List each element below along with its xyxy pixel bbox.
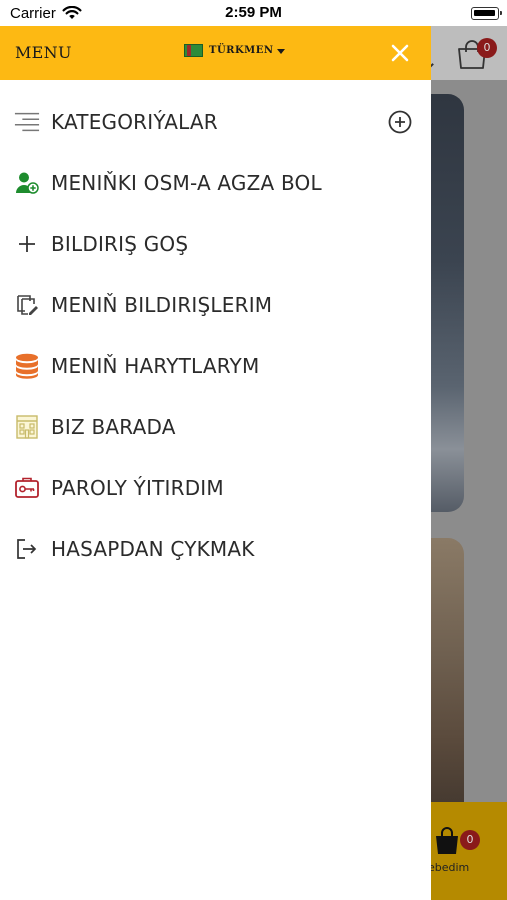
edit-document-icon [14, 292, 40, 318]
language-selector[interactable]: TÜRKMEN [184, 44, 285, 57]
drawer-title: MENU [15, 43, 72, 62]
close-button[interactable] [388, 41, 412, 65]
shopping-bag-icon[interactable] [432, 826, 462, 860]
add-user-icon [14, 170, 40, 196]
side-drawer: MENU TÜRKMEN KATEGORIÝALAR MENIŇKI OSM-A… [0, 26, 431, 900]
list-lines-icon [14, 109, 40, 135]
caret-down-icon [276, 49, 285, 54]
menu-item-my-ads[interactable]: MENIŇ BILDIRIŞLERIM [0, 274, 431, 335]
database-icon [14, 353, 40, 379]
menu-item-label: BILDIRIŞ GOŞ [51, 231, 189, 256]
close-icon [391, 44, 409, 62]
drawer-header: MENU TÜRKMEN [0, 26, 431, 80]
menu-item-label: MENIŇ BILDIRIŞLERIM [51, 292, 273, 317]
key-card-icon [14, 475, 40, 501]
menu-item-logout[interactable]: HASAPDAN ÇYKMAK [0, 518, 431, 579]
menu-item-label: MENIŇKI OSM-A AGZA BOL [51, 170, 322, 195]
logout-icon [14, 536, 40, 562]
bag-count-badge: 0 [460, 830, 480, 850]
menu-item-forgot-password[interactable]: PAROLY ÝITIRDIM [0, 457, 431, 518]
menu-item-label: BIZ BARADA [51, 414, 176, 439]
menu-item-label: HASAPDAN ÇYKMAK [51, 536, 255, 561]
menu-item-label: PAROLY ÝITIRDIM [51, 475, 224, 500]
status-time: 2:59 PM [225, 4, 282, 21]
menu-item-categories[interactable]: KATEGORIÝALAR [0, 91, 431, 152]
bottom-tab-label[interactable]: ebedim [428, 861, 469, 874]
battery-icon [471, 7, 502, 20]
building-icon [14, 414, 40, 440]
menu-item-register[interactable]: MENIŇKI OSM-A AGZA BOL [0, 152, 431, 213]
menu-item-add-ad[interactable]: BILDIRIŞ GOŞ [0, 213, 431, 274]
menu-item-my-goods[interactable]: MENIŇ HARYTLARYM [0, 335, 431, 396]
menu-item-label: KATEGORIÝALAR [51, 109, 218, 134]
menu-item-label: MENIŇ HARYTLARYM [51, 353, 260, 378]
status-bar: Carrier 2:59 PM [0, 0, 507, 26]
language-label: TÜRKMEN [209, 45, 274, 56]
menu-item-about-us[interactable]: BIZ BARADA [0, 396, 431, 457]
plus-icon [14, 231, 40, 257]
drawer-menu-list: KATEGORIÝALAR MENIŇKI OSM-A AGZA BOL BIL… [0, 91, 431, 579]
turkmenistan-flag-icon [184, 44, 203, 57]
cart-count-badge: 0 [477, 38, 497, 58]
plus-circle-icon[interactable] [388, 110, 412, 134]
